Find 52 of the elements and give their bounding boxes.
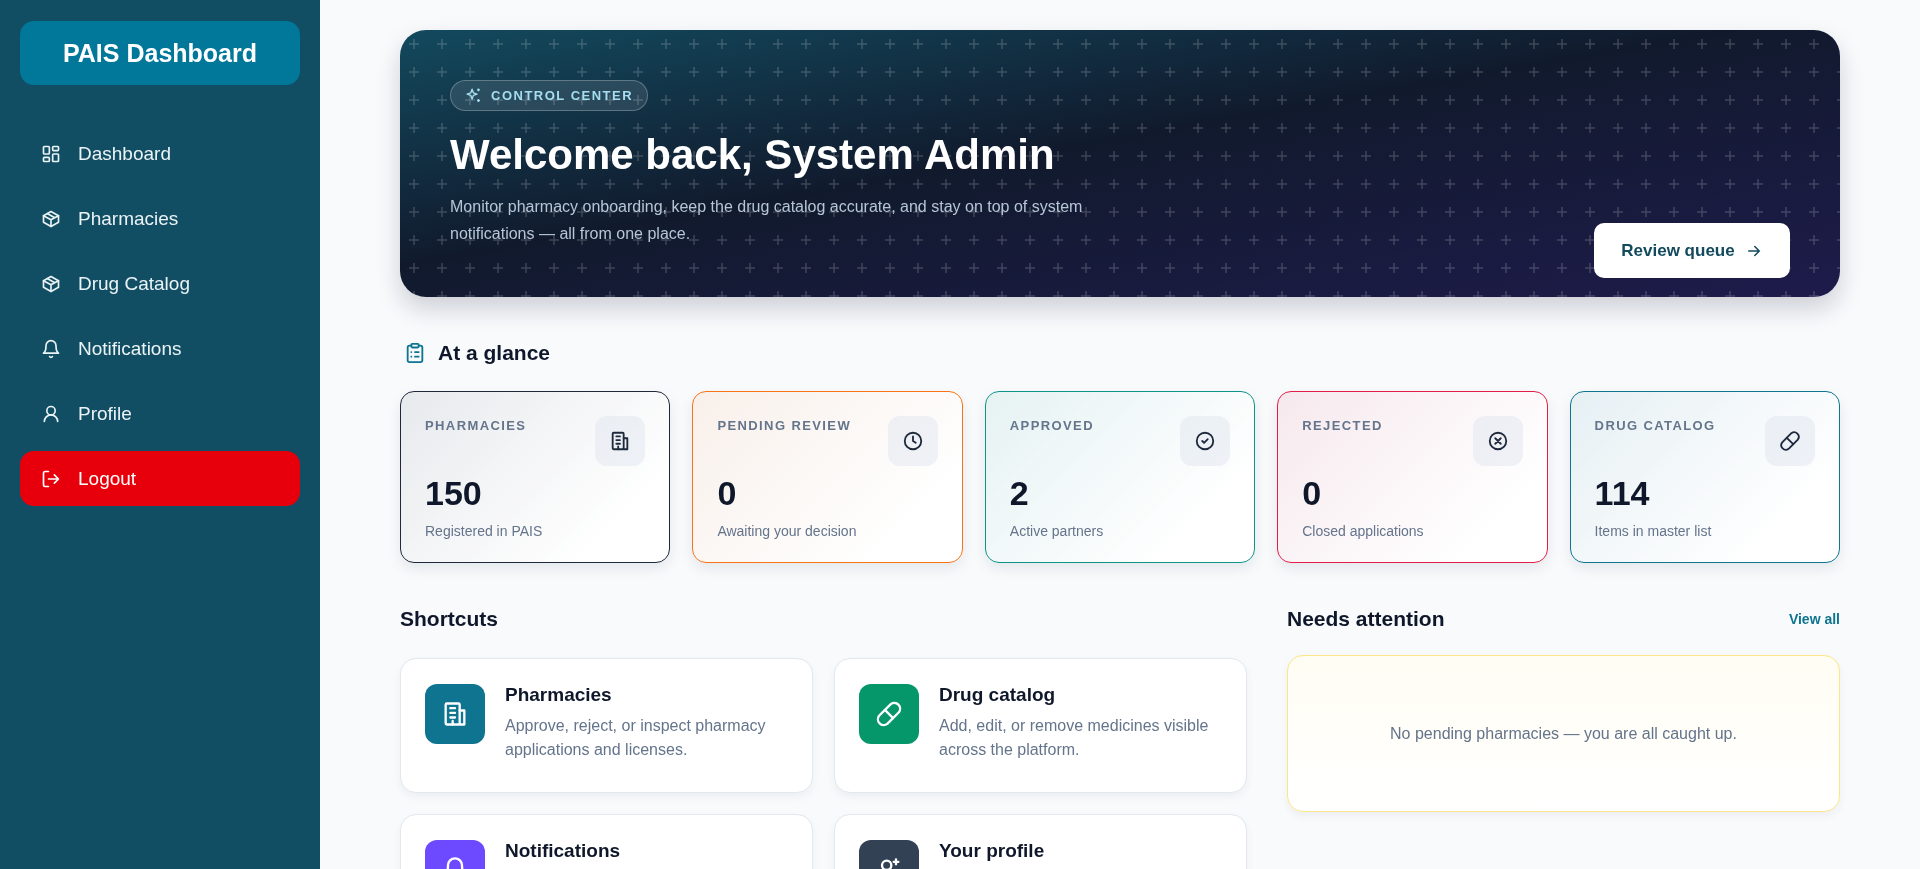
section-title: Needs attention — [1287, 607, 1445, 631]
review-queue-button[interactable]: Review queue — [1594, 223, 1790, 278]
shortcut-description: Approve, reject, or inspect pharmacy applications and licenses. — [505, 716, 767, 760]
stat-value: 0 — [1302, 474, 1323, 513]
view-all-link[interactable]: View all — [1788, 611, 1840, 627]
nav-item[interactable]: Dashboard — [20, 126, 300, 181]
logout-button[interactable]: Logout — [20, 451, 300, 506]
section-title: Shortcuts — [400, 607, 499, 631]
stat-caption: Awaiting your decision — [717, 523, 858, 539]
sparkles-icon — [465, 87, 482, 104]
shortcut-title: Pharmacies — [505, 684, 613, 706]
brand-title: PAIS Dashboard — [20, 21, 300, 85]
stat-label: PENDING REVIEW — [717, 418, 852, 433]
shortcut-title: Your profile — [939, 840, 1045, 862]
shortcut-card[interactable]: Notifications — [400, 814, 813, 869]
stat-caption: Active partners — [1009, 523, 1105, 539]
shortcut-title: Notifications — [505, 840, 621, 862]
bell-icon — [41, 338, 61, 359]
cube-icon — [41, 273, 61, 294]
stat-label: PHARMACIES — [425, 418, 527, 433]
shortcut-card[interactable]: Your profile — [834, 814, 1247, 869]
clock-icon — [887, 416, 938, 466]
nav-item[interactable]: Drug Catalog — [20, 256, 300, 311]
stat-caption: Closed applications — [1302, 523, 1425, 539]
shortcut-card[interactable]: Drug catalog Add, edit, or remove medicines visible across the platform. — [834, 658, 1247, 793]
stat-value: 114 — [1594, 474, 1651, 513]
user-icon — [41, 403, 61, 424]
clipboard-icon — [404, 342, 426, 364]
shortcut-title: Drug catalog — [939, 684, 1057, 706]
cube-icon — [41, 208, 61, 229]
stat-value: 2 — [1009, 474, 1030, 513]
stat-label: APPROVED — [1009, 418, 1094, 433]
stat-caption: Items in master list — [1594, 523, 1713, 539]
stat-value: 150 — [425, 474, 483, 513]
nav-item[interactable]: Notifications — [20, 321, 300, 376]
shortcut-card[interactable]: Pharmacies Approve, reject, or inspect pharmacy applications and licenses. — [400, 658, 813, 793]
logout-icon — [41, 468, 61, 489]
grid-icon — [41, 143, 61, 164]
stat-caption: Registered in PAIS — [425, 523, 544, 539]
welcome-description: Monitor pharmacy onboarding, keep the drug catalog accurate, and stay on top of system notifications — all from one place. — [450, 197, 1084, 244]
nav-item[interactable]: Profile — [20, 386, 300, 441]
stat-label: REJECTED — [1302, 418, 1383, 433]
shortcut-description: Add, edit, or remove medicines visible across the platform. — [939, 716, 1210, 760]
section-badge: CONTROL CENTER — [450, 80, 649, 111]
stat-label: DRUG CATALOG — [1594, 418, 1716, 433]
pill-icon — [1765, 416, 1815, 466]
welcome-title: Welcome back, System Admin — [450, 131, 1056, 179]
building-icon — [595, 416, 646, 466]
empty-state-message: No pending pharmacies — you are all caught up. — [1390, 724, 1737, 743]
section-title: At a glance — [438, 341, 551, 365]
nav-item[interactable]: Pharmacies — [20, 191, 300, 246]
stat-value: 0 — [717, 474, 738, 513]
